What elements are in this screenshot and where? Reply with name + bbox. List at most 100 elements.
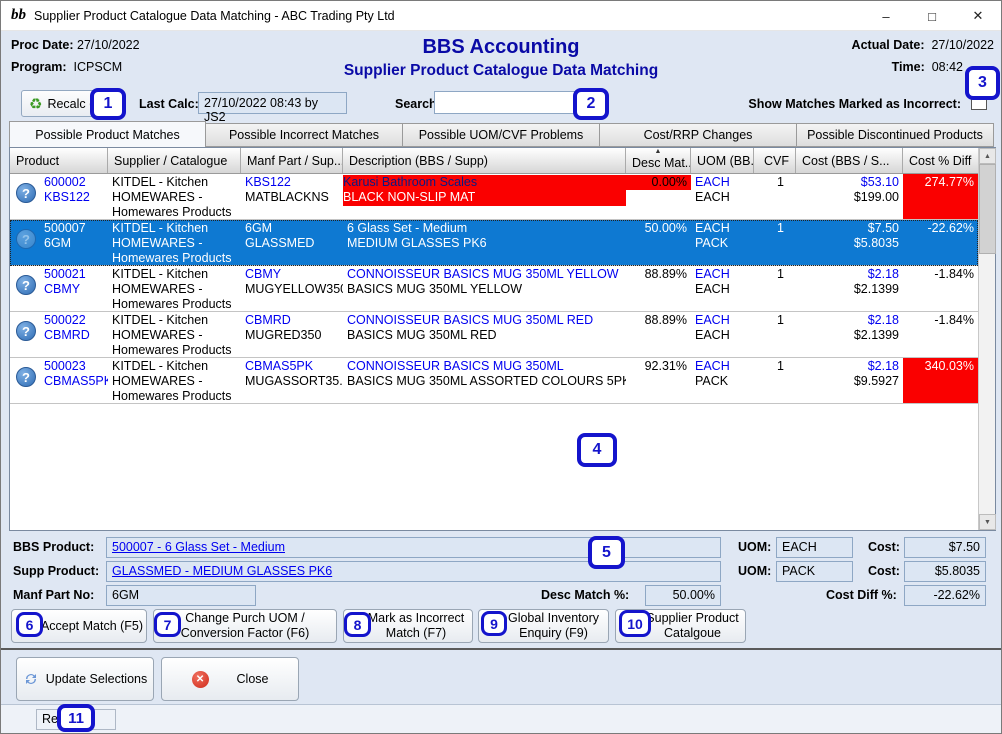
annotation-badge-3: 3 <box>965 66 1000 100</box>
vertical-scrollbar[interactable]: ▲ ▼ <box>978 148 995 530</box>
cost-diff-cell: -1.84% <box>903 312 978 357</box>
last-calc-label: Last Calc: <box>139 97 199 111</box>
product-code[interactable]: CBMRD <box>44 328 104 343</box>
uom-bbs-label: UOM: <box>738 540 771 554</box>
product-code[interactable]: 600002 <box>44 175 104 190</box>
table-header: Product Supplier / Catalogue Manf Part /… <box>10 148 978 174</box>
table-row[interactable]: ? 500023 CBMAS5PK KITDEL - KitchenHOMEWA… <box>10 358 978 404</box>
cost-cell: $2.18$9.5927 <box>796 358 903 403</box>
product-code[interactable]: 6GM <box>44 236 104 251</box>
question-icon[interactable]: ? <box>16 183 36 203</box>
table-row[interactable]: ? 600002 KBS122 KITDEL - KitchenHOMEWARE… <box>10 174 978 220</box>
cvf-cell: 1 <box>754 312 796 357</box>
col-cost[interactable]: Cost (BBS / S... <box>796 148 903 173</box>
cost-bbs-label: Cost: <box>868 540 900 554</box>
scroll-up-icon[interactable]: ▲ <box>979 148 996 164</box>
update-selections-button[interactable]: Update Selections <box>16 657 154 701</box>
product-code[interactable]: KBS122 <box>44 190 104 205</box>
tab-possible-discontinued-products[interactable]: Possible Discontinued Products <box>797 123 994 147</box>
status-bar: Re <box>1 704 1001 733</box>
annotation-badge-10: 10 <box>619 610 651 637</box>
close-button[interactable]: ✕ Close <box>161 657 299 701</box>
desc-match-cell: 88.89% <box>626 266 691 311</box>
supplier-catalogue-cell: KITDEL - KitchenHOMEWARES -Homewares Pro… <box>108 220 241 265</box>
tab-cost-rrp-changes[interactable]: Cost/RRP Changes <box>600 123 797 147</box>
cost-diff-pct-field: -22.62% <box>904 585 986 606</box>
col-supplier-catalogue[interactable]: Supplier / Catalogue <box>108 148 241 173</box>
col-manf-part[interactable]: Manf Part / Sup... <box>241 148 343 173</box>
col-cvf[interactable]: CVF <box>754 148 796 173</box>
scrollbar-thumb[interactable] <box>979 164 996 254</box>
supp-product-field[interactable]: GLASSMED - MEDIUM GLASSES PK6 <box>106 561 721 582</box>
cost-diff-cell: -22.62% <box>903 220 978 265</box>
mark-incorrect-label2: Match (F7) <box>386 626 446 641</box>
cost-diff-cell: 340.03% <box>903 358 978 403</box>
app-window: bb Supplier Product Catalogue Data Match… <box>0 0 1002 734</box>
manf-part-cell: CBMYMUGYELLOW350 <box>241 266 343 311</box>
annotation-badge-11: 11 <box>57 704 95 732</box>
bbs-product-field[interactable]: 500007 - 6 Glass Set - Medium <box>106 537 721 558</box>
tab-possible-product-matches[interactable]: Possible Product Matches <box>9 121 206 148</box>
product-code[interactable]: CBMY <box>44 282 104 297</box>
search-input[interactable] <box>434 91 586 114</box>
question-icon[interactable]: ? <box>16 275 36 295</box>
recalc-label: Recalc ( <box>47 97 93 111</box>
question-icon[interactable]: ? <box>16 367 36 387</box>
col-cost-pct-diff[interactable]: Cost % Diff <box>903 148 978 173</box>
col-description[interactable]: Description (BBS / Supp) <box>343 148 626 173</box>
global-inventory-label2: Enquiry (F9) <box>519 626 588 641</box>
product-code[interactable]: 500007 <box>44 221 104 236</box>
tab-possible-incorrect-matches[interactable]: Possible Incorrect Matches <box>206 123 403 147</box>
cost-supp-label: Cost: <box>868 564 900 578</box>
description-cell: CONNOISSEUR BASICS MUG 350ML REDBASICS M… <box>343 312 626 357</box>
manf-part-cell: KBS122MATBLACKNS <box>241 174 343 219</box>
col-product[interactable]: Product <box>10 148 108 173</box>
product-code[interactable]: CBMAS5PK <box>44 374 104 389</box>
annotation-badge-7: 7 <box>154 612 181 637</box>
supplier-catalogue-cell: KITDEL - KitchenHOMEWARES -Homewares Pro… <box>108 358 241 403</box>
change-purch-uom-label: Change Purch UOM / <box>185 611 305 626</box>
cvf-cell: 1 <box>754 174 796 219</box>
close-label: Close <box>237 672 269 686</box>
manf-part-cell: CBMRDMUGRED350 <box>241 312 343 357</box>
maximize-icon[interactable]: □ <box>909 1 955 31</box>
tab-bar: Possible Product Matches Possible Incorr… <box>9 121 996 147</box>
annotation-badge-2: 2 <box>573 88 609 120</box>
product-code[interactable]: 500022 <box>44 313 104 328</box>
cost-cell: $2.18$2.1399 <box>796 266 903 311</box>
separator <box>1 648 1002 650</box>
bbs-product-link[interactable]: 500007 - 6 Glass Set - Medium <box>112 540 285 554</box>
supplier-catalogue-cell: KITDEL - KitchenHOMEWARES -Homewares Pro… <box>108 174 241 219</box>
close-icon[interactable]: ✕ <box>955 1 1001 31</box>
uom-cell: EACHEACH <box>691 312 754 357</box>
close-circle-icon: ✕ <box>192 671 209 688</box>
recycle-icon: ♻ <box>29 95 42 113</box>
annotation-badge-6: 6 <box>16 612 43 637</box>
table-row[interactable]: ? 500021 CBMY KITDEL - KitchenHOMEWARES … <box>10 266 978 312</box>
product-code[interactable]: 500021 <box>44 267 104 282</box>
desc-match-cell: 0.00% <box>626 174 691 219</box>
uom-supp-label: UOM: <box>738 564 771 578</box>
desc-match-pct-field: 50.00% <box>645 585 721 606</box>
sort-asc-icon: ▲ <box>655 148 662 155</box>
manf-part-no-field[interactable]: 6GM <box>106 585 256 606</box>
cvf-cell: 1 <box>754 220 796 265</box>
table-row-selected[interactable]: ? 500007 6GM KITDEL - KitchenHOMEWARES -… <box>10 220 978 266</box>
question-icon[interactable]: ? <box>16 321 36 341</box>
question-icon[interactable]: ? <box>16 229 36 249</box>
minimize-icon[interactable]: – <box>863 1 909 31</box>
product-code[interactable]: 500023 <box>44 359 104 374</box>
annotation-badge-9: 9 <box>481 611 507 636</box>
table-row[interactable]: ? 500022 CBMRD KITDEL - KitchenHOMEWARES… <box>10 312 978 358</box>
scroll-down-icon[interactable]: ▼ <box>979 514 996 530</box>
col-uom[interactable]: UOM (BB... <box>691 148 754 173</box>
supplier-catalogue-cell: KITDEL - KitchenHOMEWARES -Homewares Pro… <box>108 266 241 311</box>
global-inventory-label: Global Inventory <box>508 611 599 626</box>
app-icon: bb <box>11 8 26 23</box>
tab-possible-uom-cvf-problems[interactable]: Possible UOM/CVF Problems <box>403 123 600 147</box>
supp-product-link[interactable]: GLASSMED - MEDIUM GLASSES PK6 <box>112 564 332 578</box>
title-bar: bb Supplier Product Catalogue Data Match… <box>1 1 1001 31</box>
cost-diff-pct-label: Cost Diff %: <box>826 588 897 602</box>
annotation-badge-5: 5 <box>588 536 625 569</box>
col-desc-match[interactable]: ▲Desc Mat... <box>626 148 691 173</box>
